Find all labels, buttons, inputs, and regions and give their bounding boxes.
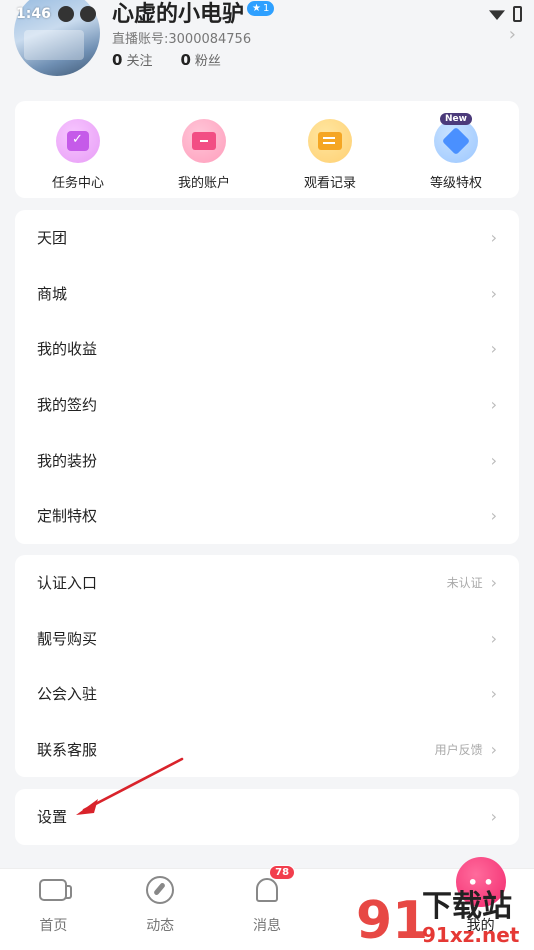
menu-item-tiantuan[interactable]: 天团 › (15, 210, 519, 266)
followers-count: 0 (180, 51, 191, 69)
quick-watch-history[interactable]: 观看记录 (267, 101, 393, 198)
history-icon (308, 119, 352, 163)
chevron-right-icon: › (490, 740, 497, 760)
quick-label: 我的账户 (177, 176, 230, 191)
menu-status: 用户反馈 (434, 743, 483, 758)
followers-stat[interactable]: 0 粉丝 (180, 50, 220, 69)
video-home-icon (38, 875, 73, 905)
nav-me[interactable]: • • 我的 (427, 857, 534, 950)
menu-label: 靓号购买 (37, 629, 98, 648)
profile-stats: 0 关注 0 粉丝 (112, 50, 221, 69)
me-face-icon: • • (455, 857, 506, 907)
level-gem-icon: New (434, 113, 478, 163)
nav-label: 我的 (466, 918, 495, 934)
nav-home[interactable]: 首页 (0, 869, 107, 950)
nav-label: 动态 (146, 918, 175, 934)
notification-icon (80, 6, 96, 22)
menu-group-main: 天团 › 商城 › 我的收益 › 我的签约 › 我的装扮 › 定制特权 › (15, 210, 519, 544)
chevron-right-icon: › (490, 283, 497, 303)
chevron-right-icon: › (490, 339, 497, 359)
chevron-right-icon: › (490, 228, 497, 248)
menu-item-contracts[interactable]: 我的签约 › (15, 377, 519, 433)
nav-feed[interactable]: 动态 (107, 869, 214, 950)
quick-label: 观看记录 (303, 176, 356, 191)
following-count: 0 (112, 51, 123, 69)
menu-label: 我的装扮 (37, 451, 98, 470)
wifi-icon (489, 10, 505, 20)
menu-item-premium-id[interactable]: 靓号购买 › (15, 611, 519, 667)
quick-label: 等级特权 (429, 176, 482, 191)
status-system-icons (489, 6, 522, 22)
menu-label: 天团 (37, 229, 68, 248)
status-time: 1:46 (16, 6, 51, 22)
menu-item-guild-join[interactable]: 公会入驻 › (15, 666, 519, 722)
menu-item-dressup[interactable]: 我的装扮 › (15, 432, 519, 488)
status-bar: 1:46 (0, 0, 534, 28)
menu-item-mall[interactable]: 商城 › (15, 266, 519, 322)
followers-label: 粉丝 (194, 54, 221, 69)
annotation-arrow-icon (76, 757, 184, 815)
wallet-folder-icon (182, 119, 226, 163)
account-id: 直播账号:3000084756 (112, 32, 252, 47)
chevron-right-icon: › (490, 684, 497, 704)
notification-icon (58, 6, 74, 22)
menu-label: 我的收益 (37, 340, 98, 359)
chevron-right-icon: › (490, 506, 497, 526)
chevron-right-icon: › (490, 395, 497, 415)
task-calendar-icon (56, 119, 100, 163)
compass-icon (145, 875, 175, 905)
battery-icon (513, 6, 522, 22)
menu-label: 我的签约 (37, 396, 98, 415)
quick-actions-card: 任务中心 我的账户 观看记录 New 等级特权 (15, 101, 519, 198)
following-label: 关注 (126, 54, 153, 69)
menu-label: 认证入口 (37, 574, 98, 593)
chevron-right-icon: › (490, 807, 497, 827)
chevron-right-icon: › (490, 450, 497, 470)
quick-task-center[interactable]: 任务中心 (15, 101, 141, 198)
menu-label: 定制特权 (37, 507, 98, 526)
following-stat[interactable]: 0 关注 (112, 50, 152, 69)
nav-label: 首页 (39, 918, 68, 934)
chevron-right-icon: › (490, 573, 497, 593)
new-tag: New (440, 113, 472, 125)
chevron-right-icon: › (490, 628, 497, 648)
menu-group-services: 认证入口 未认证 › 靓号购买 › 公会入驻 › 联系客服 用户反馈 › (15, 555, 519, 777)
menu-item-verification[interactable]: 认证入口 未认证 › (15, 555, 519, 611)
menu-item-earnings[interactable]: 我的收益 › (15, 321, 519, 377)
nav-label: 消息 (252, 918, 281, 934)
nav-messages[interactable]: 78 消息 (214, 865, 321, 950)
message-badge: 78 (269, 865, 296, 880)
quick-my-account[interactable]: 我的账户 (141, 101, 267, 198)
menu-label: 公会入驻 (37, 685, 98, 704)
quick-level-privilege[interactable]: New 等级特权 (393, 101, 519, 198)
bottom-nav: 首页 动态 78 消息 • • 我的 (0, 857, 534, 950)
status-notification-icons (58, 6, 96, 22)
menu-label: 商城 (37, 284, 68, 303)
menu-status: 未认证 (446, 576, 483, 591)
quick-label: 任务中心 (51, 176, 104, 191)
menu-item-custom-privilege[interactable]: 定制特权 › (15, 488, 519, 544)
